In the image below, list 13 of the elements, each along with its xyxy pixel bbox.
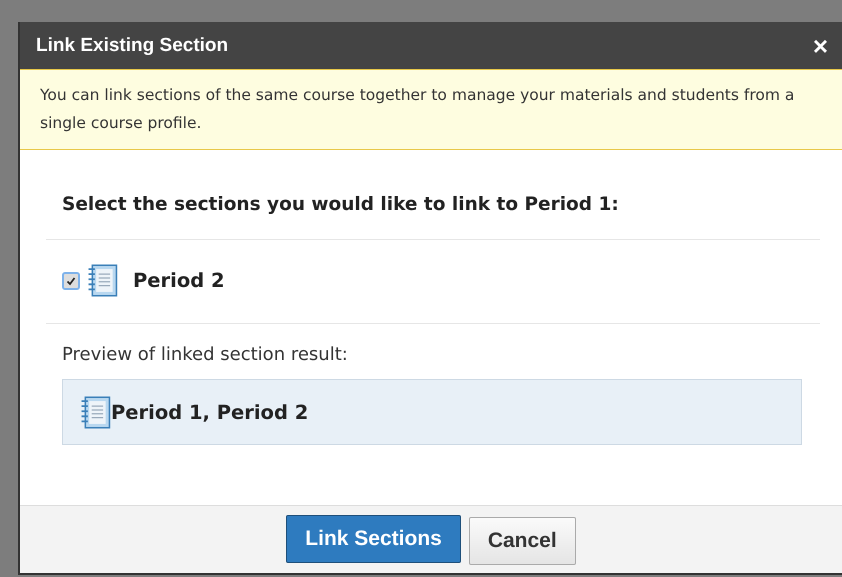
cancel-button[interactable]: Cancel bbox=[468, 517, 576, 565]
checkbox[interactable] bbox=[62, 272, 80, 290]
preview-result: Period 1, Period 2 bbox=[111, 400, 308, 424]
section-name: Period 2 bbox=[133, 269, 225, 292]
dialog-title: Link Existing Section bbox=[36, 34, 228, 56]
link-sections-button[interactable]: Link Sections bbox=[286, 515, 461, 563]
section-heading: Select the sections you would like to link to Period 1: bbox=[46, 150, 820, 240]
notebook-icon bbox=[87, 264, 118, 297]
check-icon bbox=[66, 276, 76, 286]
notebook-icon bbox=[80, 396, 111, 428]
preview-label: Preview of linked section result: bbox=[61, 343, 349, 367]
close-button[interactable]: × bbox=[812, 32, 828, 58]
notice-text: You can link sections of the same course together to manage your materials and students from a single course profile. bbox=[40, 86, 794, 132]
